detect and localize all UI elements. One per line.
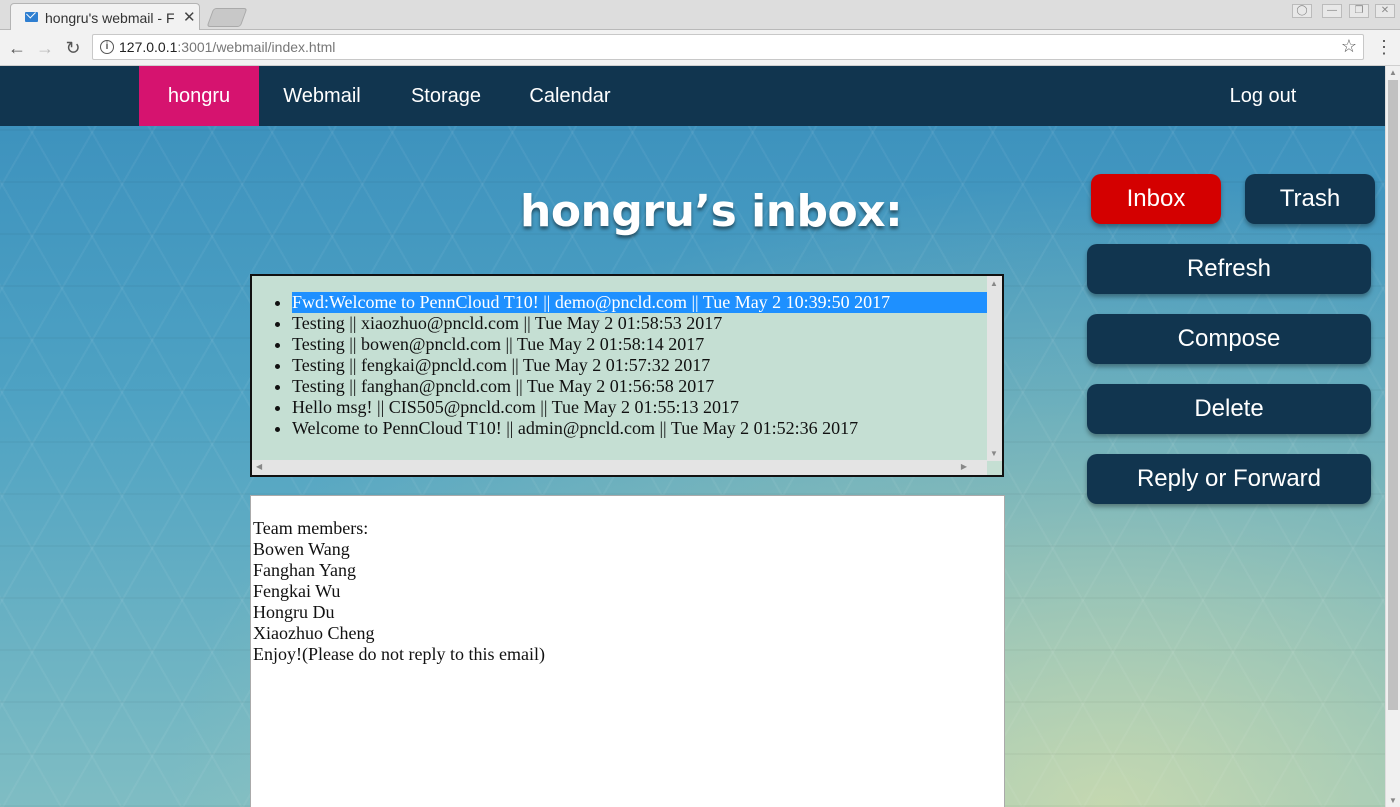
nav-user[interactable]: hongru [139,66,259,126]
reply-forward-button[interactable]: Reply or Forward [1087,454,1371,504]
scroll-left-icon[interactable]: ◀ [256,462,262,471]
email-body-line: Team members: [253,518,369,538]
email-summary: Testing || fanghan@pncld.com || Tue May … [292,376,715,396]
email-body-line: Fengkai Wu [253,581,341,601]
browser-toolbar: ← → ↻ i 127.0.0.1:3001/webmail/index.htm… [0,30,1400,66]
scroll-down-icon[interactable]: ▼ [990,449,998,458]
email-list-item[interactable]: Testing || xiaozhuo@pncld.com || Tue May… [292,313,1002,334]
nav-calendar[interactable]: Calendar [526,66,614,126]
email-body-line: Fanghan Yang [253,560,357,580]
back-icon[interactable]: ← [5,36,29,60]
email-body[interactable]: Team members: Bowen Wang Fanghan Yang Fengk… [250,495,1005,807]
email-summary: Hello msg! || CIS505@pncld.com || Tue Ma… [292,397,739,417]
email-body-line: Bowen Wang [253,539,350,559]
horizontal-scrollbar[interactable]: ◀ ▶ [252,460,987,475]
email-list[interactable]: Fwd:Welcome to PennCloud T10! || demo@pn… [250,274,1004,477]
email-summary: Testing || xiaozhuo@pncld.com || Tue May… [292,313,723,333]
page-title: hongru’s inbox: [520,186,903,237]
email-body-line: Hongru Du [253,602,335,622]
url-text: 127.0.0.1:3001/webmail/index.html [119,39,336,55]
page-scroll-thumb[interactable] [1388,80,1398,710]
inbox-button[interactable]: Inbox [1091,174,1221,224]
email-summary: Testing || fengkai@pncld.com || Tue May … [292,355,711,375]
page-scrollbar[interactable]: ▲ ▼ [1385,66,1400,807]
browser-tab-bar: hongru's webmail - F ✕ ◯ — ❐ ✕ [0,0,1400,30]
email-body-line: Xiaozhuo Cheng [253,623,375,643]
vertical-scrollbar[interactable]: ▲ ▼ [987,276,1002,461]
address-bar[interactable]: i 127.0.0.1:3001/webmail/index.html ☆ [92,34,1364,60]
email-summary: Fwd:Welcome to PennCloud T10! || demo@pn… [292,292,987,313]
delete-button[interactable]: Delete [1087,384,1371,434]
email-list-item[interactable]: Fwd:Welcome to PennCloud T10! || demo@pn… [292,292,1002,313]
email-list-item[interactable]: Hello msg! || CIS505@pncld.com || Tue Ma… [292,397,1002,418]
top-navbar: hongru Webmail Storage Calendar Log out [0,66,1385,126]
page-scroll-down-icon[interactable]: ▼ [1389,796,1397,805]
email-list-item[interactable]: Testing || fanghan@pncld.com || Tue May … [292,376,1002,397]
close-tab-icon[interactable]: ✕ [183,8,196,26]
page-scroll-up-icon[interactable]: ▲ [1389,68,1397,77]
scroll-right-icon[interactable]: ▶ [961,462,967,471]
trash-button[interactable]: Trash [1245,174,1375,224]
bookmark-star-icon[interactable]: ☆ [1341,36,1357,57]
mail-icon [25,12,38,22]
email-list-item[interactable]: Testing || bowen@pncld.com || Tue May 2 … [292,334,1002,355]
tab-title: hongru's webmail - F [45,10,175,26]
email-list-item[interactable]: Welcome to PennCloud T10! || admin@pncld… [292,418,1002,439]
scroll-up-icon[interactable]: ▲ [990,279,998,288]
new-tab-button[interactable] [206,8,248,27]
nav-webmail[interactable]: Webmail [279,66,365,126]
forward-icon[interactable]: → [33,36,57,60]
reload-icon[interactable]: ↻ [61,36,85,60]
compose-button[interactable]: Compose [1087,314,1371,364]
email-list-item[interactable]: Testing || fengkai@pncld.com || Tue May … [292,355,1002,376]
email-summary: Welcome to PennCloud T10! || admin@pncld… [292,418,859,438]
refresh-button[interactable]: Refresh [1087,244,1371,294]
email-summary: Testing || bowen@pncld.com || Tue May 2 … [292,334,705,354]
browser-menu-icon[interactable]: ⋮ [1375,36,1393,58]
maximize-button[interactable]: ❐ [1349,4,1369,18]
nav-logout[interactable]: Log out [1224,66,1302,126]
nav-storage[interactable]: Storage [405,66,487,126]
email-list-items: Fwd:Welcome to PennCloud T10! || demo@pn… [252,276,1002,439]
profile-icon[interactable]: ◯ [1292,4,1312,18]
info-icon[interactable]: i [100,40,114,54]
page: hongru Webmail Storage Calendar Log out … [0,66,1385,807]
browser-tab[interactable]: hongru's webmail - F ✕ [10,3,200,30]
email-body-line: Enjoy!(Please do not reply to this email… [253,644,545,664]
close-window-button[interactable]: ✕ [1375,4,1395,18]
minimize-button[interactable]: — [1322,4,1342,18]
